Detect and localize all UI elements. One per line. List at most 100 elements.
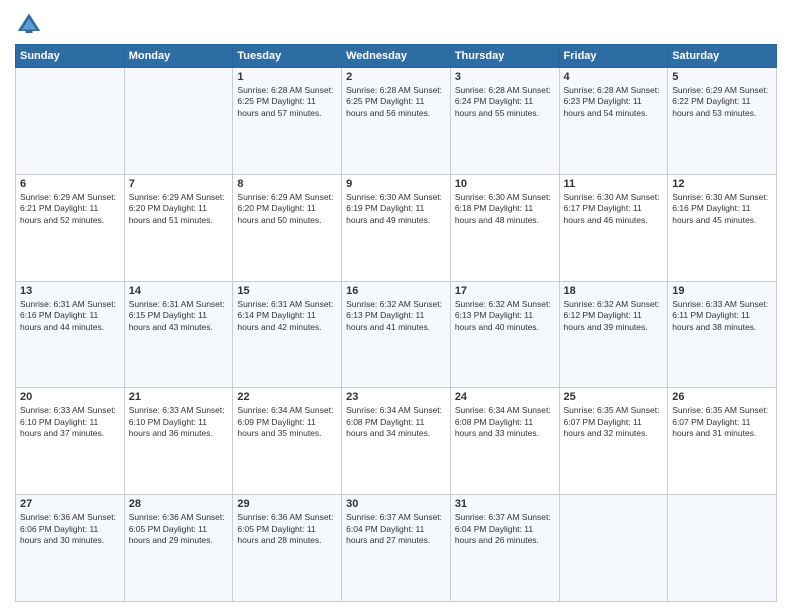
calendar-day-cell: 5 Sunrise: 6:29 AM Sunset: 6:22 PM Daylig… xyxy=(668,68,777,175)
day-info: Sunrise: 6:36 AM Sunset: 6:06 PM Dayligh… xyxy=(20,512,120,546)
day-number: 27 xyxy=(20,498,120,510)
logo xyxy=(15,10,47,38)
day-number: 25 xyxy=(564,391,664,403)
calendar-day-cell: 2 Sunrise: 6:28 AM Sunset: 6:25 PM Daylig… xyxy=(342,68,451,175)
day-number: 21 xyxy=(129,391,229,403)
day-number: 20 xyxy=(20,391,120,403)
calendar-day-cell: 26Sunrise: 6:35 AM Sunset: 6:07 PM Dayli… xyxy=(668,388,777,495)
day-info: Sunrise: 6:33 AM Sunset: 6:11 PM Dayligh… xyxy=(672,299,772,333)
day-number: 18 xyxy=(564,285,664,297)
calendar-day-header: Thursday xyxy=(450,45,559,68)
calendar-day-cell: 17 Sunrise: 6:32 AM Sunset: 6:13 PM Dayli… xyxy=(450,281,559,388)
day-info: Sunrise: 6:36 AM Sunset: 6:05 PM Dayligh… xyxy=(237,512,337,546)
day-number: 4 xyxy=(564,71,664,83)
calendar-day-header: Monday xyxy=(124,45,233,68)
day-info: Sunrise: 6:29 AM Sunset: 6:21 PM Dayligh… xyxy=(20,192,120,226)
calendar-day-cell: 30 Sunrise: 6:37 AM Sunset: 6:04 PM Dayli… xyxy=(342,495,451,602)
calendar-day-cell: 31 Sunrise: 6:37 AM Sunset: 6:04 PM Dayli… xyxy=(450,495,559,602)
day-info: Sunrise: 6:31 AM Sunset: 6:16 PM Dayligh… xyxy=(20,299,120,333)
calendar-day-header: Tuesday xyxy=(233,45,342,68)
logo-icon xyxy=(15,10,43,38)
calendar-day-cell: 12 Sunrise: 6:30 AM Sunset: 6:16 PM Dayli… xyxy=(668,174,777,281)
day-info: Sunrise: 6:33 AM Sunset: 6:10 PM Dayligh… xyxy=(20,405,120,439)
calendar-day-header: Friday xyxy=(559,45,668,68)
day-info: Sunrise: 6:32 AM Sunset: 6:12 PM Dayligh… xyxy=(564,299,664,333)
day-number: 31 xyxy=(455,498,555,510)
day-number: 22 xyxy=(237,391,337,403)
day-info: Sunrise: 6:34 AM Sunset: 6:08 PM Dayligh… xyxy=(455,405,555,439)
calendar-week-row: 1Sunrise: 6:28 AM Sunset: 6:25 PM Daylig… xyxy=(16,68,777,175)
day-info: Sunrise: 6:33 AM Sunset: 6:10 PM Dayligh… xyxy=(129,405,229,439)
day-number: 19 xyxy=(672,285,772,297)
calendar-day-cell xyxy=(16,68,125,175)
calendar-day-cell: 7Sunrise: 6:29 AM Sunset: 6:20 PM Daylig… xyxy=(124,174,233,281)
day-info: Sunrise: 6:28 AM Sunset: 6:25 PM Dayligh… xyxy=(237,85,337,119)
day-number: 16 xyxy=(346,285,446,297)
calendar-day-cell xyxy=(124,68,233,175)
calendar-week-row: 20 Sunrise: 6:33 AM Sunset: 6:10 PM Dayli… xyxy=(16,388,777,495)
day-number: 12 xyxy=(672,178,772,190)
calendar-day-cell: 15 Sunrise: 6:31 AM Sunset: 6:14 PM Dayli… xyxy=(233,281,342,388)
day-info: Sunrise: 6:36 AM Sunset: 6:05 PM Dayligh… xyxy=(129,512,229,546)
calendar-day-cell: 29 Sunrise: 6:36 AM Sunset: 6:05 PM Dayli… xyxy=(233,495,342,602)
day-number: 23 xyxy=(346,391,446,403)
day-info: Sunrise: 6:28 AM Sunset: 6:23 PM Dayligh… xyxy=(564,85,664,119)
day-info: Sunrise: 6:37 AM Sunset: 6:04 PM Dayligh… xyxy=(346,512,446,546)
calendar-day-cell: 18 Sunrise: 6:32 AM Sunset: 6:12 PM Dayli… xyxy=(559,281,668,388)
calendar-day-cell: 28 Sunrise: 6:36 AM Sunset: 6:05 PM Dayli… xyxy=(124,495,233,602)
day-number: 13 xyxy=(20,285,120,297)
day-number: 5 xyxy=(672,71,772,83)
day-info: Sunrise: 6:30 AM Sunset: 6:16 PM Dayligh… xyxy=(672,192,772,226)
calendar-day-cell: 21 Sunrise: 6:33 AM Sunset: 6:10 PM Dayli… xyxy=(124,388,233,495)
calendar-day-cell xyxy=(668,495,777,602)
day-info: Sunrise: 6:30 AM Sunset: 6:19 PM Dayligh… xyxy=(346,192,446,226)
day-info: Sunrise: 6:30 AM Sunset: 6:17 PM Dayligh… xyxy=(564,192,664,226)
day-info: Sunrise: 6:29 AM Sunset: 6:22 PM Dayligh… xyxy=(672,85,772,119)
calendar-day-cell: 19 Sunrise: 6:33 AM Sunset: 6:11 PM Dayli… xyxy=(668,281,777,388)
calendar-day-cell: 14Sunrise: 6:31 AM Sunset: 6:15 PM Dayli… xyxy=(124,281,233,388)
calendar-table: SundayMondayTuesdayWednesdayThursdayFrid… xyxy=(15,44,777,602)
day-info: Sunrise: 6:30 AM Sunset: 6:18 PM Dayligh… xyxy=(455,192,555,226)
calendar-day-cell: 23 Sunrise: 6:34 AM Sunset: 6:08 PM Dayli… xyxy=(342,388,451,495)
calendar-day-cell: 13 Sunrise: 6:31 AM Sunset: 6:16 PM Dayli… xyxy=(16,281,125,388)
calendar-day-cell: 25 Sunrise: 6:35 AM Sunset: 6:07 PM Dayli… xyxy=(559,388,668,495)
day-info: Sunrise: 6:28 AM Sunset: 6:25 PM Dayligh… xyxy=(346,85,446,119)
calendar-day-cell: 20 Sunrise: 6:33 AM Sunset: 6:10 PM Dayli… xyxy=(16,388,125,495)
calendar-week-row: 13 Sunrise: 6:31 AM Sunset: 6:16 PM Dayli… xyxy=(16,281,777,388)
calendar-day-cell: 8Sunrise: 6:29 AM Sunset: 6:20 PM Daylig… xyxy=(233,174,342,281)
calendar-header-row: SundayMondayTuesdayWednesdayThursdayFrid… xyxy=(16,45,777,68)
calendar-day-cell: 4 Sunrise: 6:28 AM Sunset: 6:23 PM Daylig… xyxy=(559,68,668,175)
day-info: Sunrise: 6:35 AM Sunset: 6:07 PM Dayligh… xyxy=(672,405,772,439)
calendar-day-cell: 27 Sunrise: 6:36 AM Sunset: 6:06 PM Dayli… xyxy=(16,495,125,602)
day-info: Sunrise: 6:31 AM Sunset: 6:15 PM Dayligh… xyxy=(129,299,229,333)
calendar-day-header: Sunday xyxy=(16,45,125,68)
day-info: Sunrise: 6:32 AM Sunset: 6:13 PM Dayligh… xyxy=(455,299,555,333)
calendar-week-row: 27 Sunrise: 6:36 AM Sunset: 6:06 PM Dayli… xyxy=(16,495,777,602)
calendar-day-header: Saturday xyxy=(668,45,777,68)
calendar-day-cell: 11 Sunrise: 6:30 AM Sunset: 6:17 PM Dayli… xyxy=(559,174,668,281)
day-info: Sunrise: 6:37 AM Sunset: 6:04 PM Dayligh… xyxy=(455,512,555,546)
day-number: 29 xyxy=(237,498,337,510)
day-info: Sunrise: 6:29 AM Sunset: 6:20 PM Dayligh… xyxy=(237,192,337,226)
day-number: 30 xyxy=(346,498,446,510)
calendar-week-row: 6 Sunrise: 6:29 AM Sunset: 6:21 PM Daylig… xyxy=(16,174,777,281)
day-number: 24 xyxy=(455,391,555,403)
day-number: 17 xyxy=(455,285,555,297)
day-number: 10 xyxy=(455,178,555,190)
day-info: Sunrise: 6:31 AM Sunset: 6:14 PM Dayligh… xyxy=(237,299,337,333)
day-number: 15 xyxy=(237,285,337,297)
day-number: 11 xyxy=(564,178,664,190)
calendar-day-cell: 9Sunrise: 6:30 AM Sunset: 6:19 PM Daylig… xyxy=(342,174,451,281)
day-info: Sunrise: 6:29 AM Sunset: 6:20 PM Dayligh… xyxy=(129,192,229,226)
day-number: 28 xyxy=(129,498,229,510)
calendar-day-cell: 3Sunrise: 6:28 AM Sunset: 6:24 PM Daylig… xyxy=(450,68,559,175)
day-number: 2 xyxy=(346,71,446,83)
day-info: Sunrise: 6:28 AM Sunset: 6:24 PM Dayligh… xyxy=(455,85,555,119)
calendar-day-cell: 24 Sunrise: 6:34 AM Sunset: 6:08 PM Dayli… xyxy=(450,388,559,495)
calendar-day-cell xyxy=(559,495,668,602)
calendar-day-cell: 22Sunrise: 6:34 AM Sunset: 6:09 PM Dayli… xyxy=(233,388,342,495)
day-number: 6 xyxy=(20,178,120,190)
day-info: Sunrise: 6:34 AM Sunset: 6:08 PM Dayligh… xyxy=(346,405,446,439)
calendar-day-cell: 6 Sunrise: 6:29 AM Sunset: 6:21 PM Daylig… xyxy=(16,174,125,281)
day-info: Sunrise: 6:35 AM Sunset: 6:07 PM Dayligh… xyxy=(564,405,664,439)
